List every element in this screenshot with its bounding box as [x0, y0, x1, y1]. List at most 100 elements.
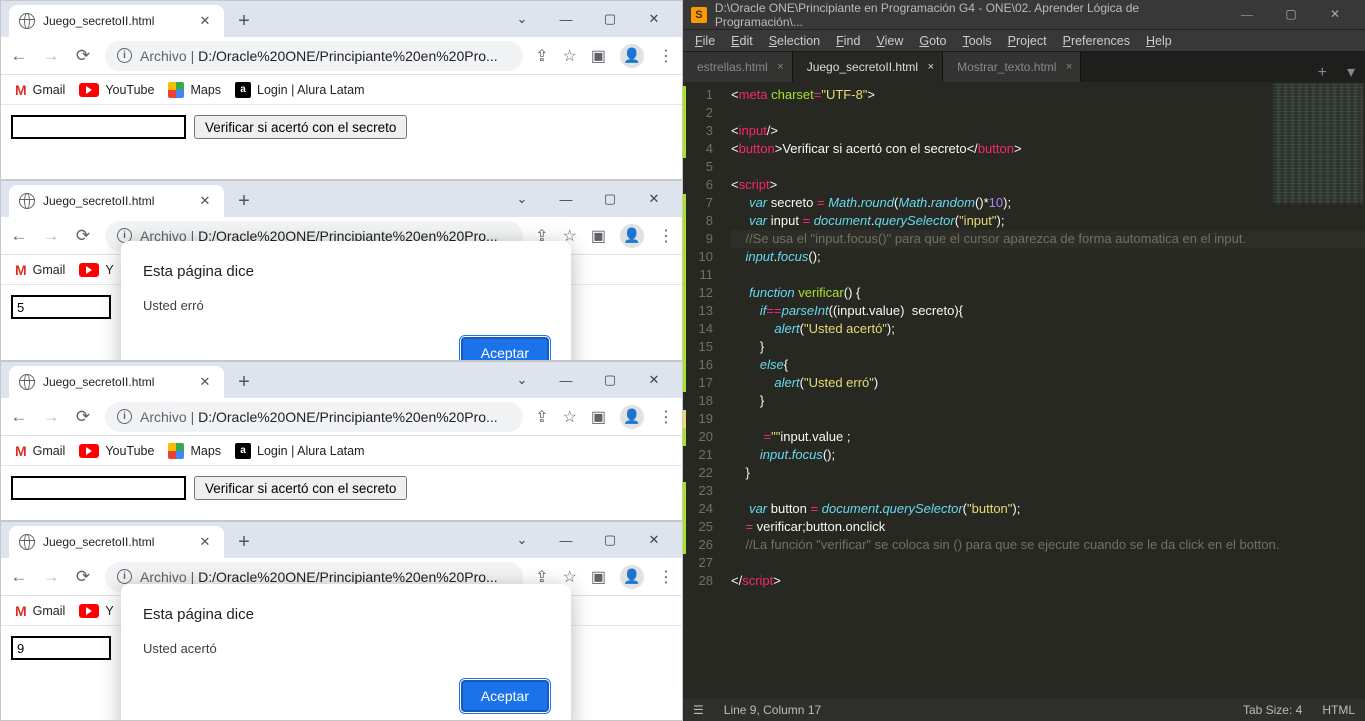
close-window-icon[interactable]: ✕: [632, 368, 676, 392]
status-tabsize[interactable]: Tab Size: 4: [1243, 703, 1302, 717]
back-icon[interactable]: ←: [9, 226, 29, 246]
profile-avatar[interactable]: 👤: [620, 44, 644, 68]
star-icon[interactable]: ☆: [563, 46, 577, 66]
omnibox[interactable]: iArchivo | D:/Oracle%20ONE/Principiante%…: [105, 402, 523, 432]
minimize-icon[interactable]: —: [544, 528, 588, 552]
verify-button[interactable]: Verificar si acertó con el secreto: [194, 115, 407, 139]
bookmark-youtube[interactable]: Y: [79, 263, 113, 277]
secret-input[interactable]: [11, 476, 186, 500]
alert-ok-button[interactable]: Aceptar: [461, 680, 549, 712]
close-tab-icon[interactable]: ✕: [196, 534, 214, 550]
kebab-menu-icon[interactable]: ⋮: [658, 407, 674, 427]
close-window-icon[interactable]: ✕: [632, 187, 676, 211]
bookmark-youtube[interactable]: YouTube: [79, 83, 154, 97]
menu-tools[interactable]: Tools: [954, 32, 999, 50]
menu-help[interactable]: Help: [1138, 32, 1180, 50]
secret-input[interactable]: [11, 115, 186, 139]
maximize-icon[interactable]: ▢: [588, 528, 632, 552]
back-icon[interactable]: ←: [9, 407, 29, 427]
bookmark-maps[interactable]: Maps: [168, 82, 221, 98]
reload-icon[interactable]: ⟳: [73, 407, 93, 427]
browser-tab[interactable]: Juego_secretoII.html✕: [9, 526, 224, 558]
browser-tab[interactable]: Juego_secretoII.html ✕: [9, 5, 224, 37]
kebab-menu-icon[interactable]: ⋮: [658, 46, 674, 66]
alert-ok-button[interactable]: Aceptar: [461, 337, 549, 361]
reload-icon[interactable]: ⟳: [73, 46, 93, 66]
caret-down-icon[interactable]: ⌄: [500, 187, 544, 211]
panel-icon[interactable]: ▣: [591, 407, 606, 427]
minimize-icon[interactable]: —: [1225, 7, 1269, 22]
kebab-menu-icon[interactable]: ⋮: [658, 226, 674, 246]
secret-input[interactable]: [11, 295, 111, 319]
verify-button[interactable]: Verificar si acertó con el secreto: [194, 476, 407, 500]
minimize-icon[interactable]: —: [544, 187, 588, 211]
close-tab-icon[interactable]: ✕: [196, 13, 214, 29]
bookmark-youtube[interactable]: YouTube: [79, 444, 154, 458]
panel-icon[interactable]: ▣: [591, 567, 606, 587]
minimize-icon[interactable]: —: [544, 7, 588, 31]
back-icon[interactable]: ←: [9, 567, 29, 587]
tabs-dropdown-icon[interactable]: ▾: [1337, 62, 1365, 82]
bookmark-gmail[interactable]: MGmail: [15, 443, 65, 459]
file-tab[interactable]: Mostrar_texto.html×: [943, 52, 1081, 82]
maximize-icon[interactable]: ▢: [588, 368, 632, 392]
new-tab-button[interactable]: +: [230, 187, 258, 215]
profile-avatar[interactable]: 👤: [620, 565, 644, 589]
bookmark-gmail[interactable]: MGmail: [15, 82, 65, 98]
share-icon[interactable]: ⇪: [535, 407, 548, 427]
file-tab[interactable]: estrellas.html×: [683, 52, 793, 82]
panel-icon[interactable]: ▣: [591, 46, 606, 66]
menu-preferences[interactable]: Preferences: [1055, 32, 1138, 50]
bookmark-alura[interactable]: aLogin | Alura Latam: [235, 443, 364, 459]
maximize-icon[interactable]: ▢: [1269, 7, 1313, 22]
menu-find[interactable]: Find: [828, 32, 868, 50]
info-icon[interactable]: i: [117, 409, 132, 424]
close-tab-icon[interactable]: ×: [928, 61, 934, 73]
close-tab-icon[interactable]: ×: [1066, 61, 1072, 73]
close-tab-icon[interactable]: ✕: [196, 374, 214, 390]
new-tab-button[interactable]: +: [230, 528, 258, 556]
forward-icon[interactable]: →: [41, 226, 61, 246]
maximize-icon[interactable]: ▢: [588, 7, 632, 31]
star-icon[interactable]: ☆: [563, 407, 577, 427]
share-icon[interactable]: ⇪: [535, 46, 548, 66]
caret-down-icon[interactable]: ⌄: [500, 528, 544, 552]
close-window-icon[interactable]: ✕: [632, 7, 676, 31]
bookmark-youtube[interactable]: Y: [79, 604, 113, 618]
browser-tab[interactable]: Juego_secretoII.html ✕: [9, 185, 224, 217]
new-tab-button[interactable]: +: [230, 368, 258, 396]
bookmark-gmail[interactable]: MGmail: [15, 262, 65, 278]
forward-icon[interactable]: →: [41, 407, 61, 427]
close-tab-icon[interactable]: ✕: [196, 193, 214, 209]
omnibox[interactable]: i Archivo | D:/Oracle%20ONE/Principiante…: [105, 41, 523, 71]
status-lang[interactable]: HTML: [1322, 703, 1355, 717]
panel-icon[interactable]: ▣: [591, 226, 606, 246]
caret-down-icon[interactable]: ⌄: [500, 7, 544, 31]
file-tab[interactable]: Juego_secretoII.html×: [793, 52, 943, 82]
menu-file[interactable]: File: [687, 32, 723, 50]
info-icon[interactable]: i: [117, 48, 132, 63]
close-tab-icon[interactable]: ×: [777, 61, 783, 73]
bookmark-alura[interactable]: aLogin | Alura Latam: [235, 82, 364, 98]
secret-input[interactable]: [11, 636, 111, 660]
minimize-icon[interactable]: —: [544, 368, 588, 392]
profile-avatar[interactable]: 👤: [620, 224, 644, 248]
menu-toggle-icon[interactable]: ☰: [693, 703, 704, 717]
sublime-menu[interactable]: FileEditSelectionFindViewGotoToolsProjec…: [683, 30, 1365, 52]
caret-down-icon[interactable]: ⌄: [500, 368, 544, 392]
kebab-menu-icon[interactable]: ⋮: [658, 567, 674, 587]
menu-project[interactable]: Project: [1000, 32, 1055, 50]
profile-avatar[interactable]: 👤: [620, 405, 644, 429]
bookmark-gmail[interactable]: MGmail: [15, 603, 65, 619]
maximize-icon[interactable]: ▢: [588, 187, 632, 211]
forward-icon[interactable]: →: [41, 567, 61, 587]
new-tab-button[interactable]: +: [230, 7, 258, 35]
browser-tab[interactable]: Juego_secretoII.html ✕: [9, 366, 224, 398]
reload-icon[interactable]: ⟳: [73, 226, 93, 246]
bookmark-maps[interactable]: Maps: [168, 443, 221, 459]
back-icon[interactable]: ←: [9, 46, 29, 66]
forward-icon[interactable]: →: [41, 46, 61, 66]
info-icon[interactable]: i: [117, 569, 132, 584]
menu-goto[interactable]: Goto: [911, 32, 954, 50]
code-area[interactable]: <meta charset="UTF-8"> <input/> <button>…: [723, 82, 1365, 699]
